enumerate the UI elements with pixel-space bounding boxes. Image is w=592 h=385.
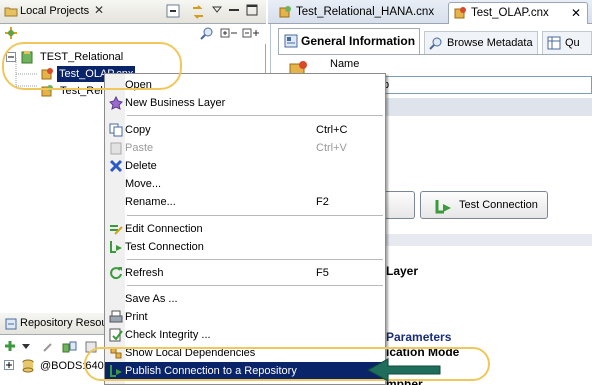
tab-test-olap[interactable]: Test_OLAP.cnx ✕ bbox=[448, 2, 588, 24]
expand-toggle-icon[interactable] bbox=[4, 360, 14, 370]
info-icon bbox=[284, 34, 298, 48]
tab-browse-metadata[interactable]: Browse Metadata bbox=[424, 31, 538, 54]
menu-separator bbox=[127, 115, 383, 116]
test-connection-icon bbox=[435, 198, 453, 214]
menu-item-new-business-layer[interactable]: New Business Layer bbox=[105, 94, 385, 112]
layer-heading: Layer bbox=[386, 264, 419, 278]
tab-label: Test_OLAP.cnx bbox=[471, 7, 549, 19]
test-connection-icon bbox=[109, 240, 123, 254]
pointer-arrow-icon bbox=[366, 358, 441, 382]
menu-item-label: New Business Layer bbox=[125, 97, 226, 109]
minimize-icon[interactable] bbox=[166, 4, 180, 18]
menu-item-paste[interactable]: Paste Ctrl+V bbox=[105, 139, 385, 157]
close-icon[interactable]: ✕ bbox=[94, 3, 104, 17]
tab-label: Test_Relational_HANA.cnx bbox=[296, 6, 435, 18]
menu-item-label: Save As ... bbox=[125, 293, 178, 305]
edit-icon[interactable] bbox=[42, 341, 54, 353]
database-icon bbox=[22, 359, 34, 373]
local-projects-title: Local Projects bbox=[20, 5, 90, 17]
expand-all-icon[interactable] bbox=[220, 27, 238, 39]
test-connection-button[interactable]: Test Connection bbox=[420, 191, 548, 219]
dropdown-arrow-icon[interactable] bbox=[22, 344, 30, 350]
new-project-icon[interactable] bbox=[4, 26, 18, 40]
menu-item-copy[interactable]: Copy Ctrl+C bbox=[105, 121, 385, 139]
add-icon[interactable] bbox=[4, 340, 16, 352]
edit-connection-button[interactable] bbox=[385, 191, 415, 219]
repository-resources-title: Repository Resou bbox=[20, 317, 108, 329]
business-layer-icon bbox=[109, 96, 123, 110]
menu-item-label: Delete bbox=[125, 160, 157, 172]
delete-icon bbox=[109, 159, 123, 173]
menu-item-shortcut: F5 bbox=[316, 267, 329, 279]
tab-label: General Information bbox=[301, 34, 416, 48]
context-menu: Open New Business Layer Copy Ctrl+C Past… bbox=[104, 73, 386, 385]
tab-label: Qu bbox=[565, 37, 580, 49]
copy-icon bbox=[109, 123, 123, 137]
menu-item-shortcut: Ctrl+C bbox=[316, 124, 348, 136]
menu-item-check-integrity[interactable]: Check Integrity ... bbox=[105, 326, 385, 344]
repository-connect-icon[interactable] bbox=[62, 340, 78, 354]
menu-item-label: Edit Connection bbox=[125, 223, 203, 235]
menu-item-edit-connection[interactable]: Edit Connection bbox=[105, 220, 385, 238]
menu-item-shortcut: F2 bbox=[316, 196, 329, 208]
tab-test-relational-hana[interactable]: Test_Relational_HANA.cnx bbox=[272, 2, 446, 24]
menu-separator bbox=[127, 259, 383, 260]
menu-item-label: Rename... bbox=[125, 196, 176, 208]
menu-item-label: Move... bbox=[125, 178, 162, 190]
editor-tabs: Test_Relational_HANA.cnx Test_OLAP.cnx ✕ bbox=[268, 0, 592, 24]
menu-item-label: Copy bbox=[125, 124, 151, 136]
check-integrity-icon bbox=[109, 328, 123, 342]
browse-icon bbox=[429, 36, 443, 50]
menu-item-label: Paste bbox=[125, 142, 154, 154]
menu-item-test-connection[interactable]: Test Connection bbox=[105, 238, 385, 256]
menu-separator bbox=[127, 285, 383, 286]
edit-connection-icon bbox=[109, 222, 123, 236]
tab-label: Browse Metadata bbox=[447, 37, 533, 49]
view-menu-icon[interactable] bbox=[212, 4, 222, 14]
collapse-all-icon[interactable] bbox=[242, 27, 260, 39]
folder-icon bbox=[4, 5, 18, 17]
menu-item-print[interactable]: Print bbox=[105, 308, 385, 326]
refresh-icon bbox=[109, 266, 123, 280]
minimize-view-icon[interactable] bbox=[228, 4, 240, 16]
query-icon bbox=[547, 36, 561, 50]
menu-item-rename[interactable]: Rename... F2 bbox=[105, 193, 385, 211]
menu-item-move[interactable]: Move... bbox=[105, 175, 385, 193]
name-label: Name bbox=[330, 58, 360, 70]
connection-icon bbox=[453, 6, 467, 20]
connection-icon bbox=[278, 5, 292, 19]
menu-item-label: Refresh bbox=[125, 267, 164, 279]
menu-item-label: Print bbox=[125, 311, 148, 323]
menu-item-label: Check Integrity ... bbox=[125, 329, 211, 341]
maximize-view-icon[interactable] bbox=[246, 4, 258, 16]
parameters-heading: Parameters bbox=[386, 330, 452, 344]
subtab-divider bbox=[278, 54, 592, 55]
close-tab-icon[interactable]: ✕ bbox=[571, 3, 581, 23]
repository-icon bbox=[4, 317, 18, 331]
menu-item-shortcut: Ctrl+V bbox=[316, 142, 347, 154]
menu-item-save-as[interactable]: Save As ... bbox=[105, 290, 385, 308]
menu-separator bbox=[127, 215, 383, 216]
print-icon bbox=[109, 310, 123, 324]
test-connection-label: Test Connection bbox=[459, 199, 538, 211]
tab-query[interactable]: Qu bbox=[542, 31, 592, 54]
paste-icon bbox=[109, 141, 123, 155]
menu-item-label: Test Connection bbox=[125, 241, 204, 253]
menu-item-delete[interactable]: Delete bbox=[105, 157, 385, 175]
link-with-editor-icon[interactable] bbox=[190, 4, 206, 20]
highlight-callout-tree bbox=[2, 42, 182, 90]
editor-subtabs: General Information Browse Metadata Qu bbox=[278, 28, 592, 54]
local-projects-tab[interactable]: Local Projects ✕ bbox=[0, 0, 266, 24]
search-icon[interactable] bbox=[200, 26, 214, 40]
menu-item-refresh[interactable]: Refresh F5 bbox=[105, 264, 385, 282]
local-projects-toolbar bbox=[0, 24, 266, 44]
tab-general-information[interactable]: General Information bbox=[278, 28, 420, 54]
